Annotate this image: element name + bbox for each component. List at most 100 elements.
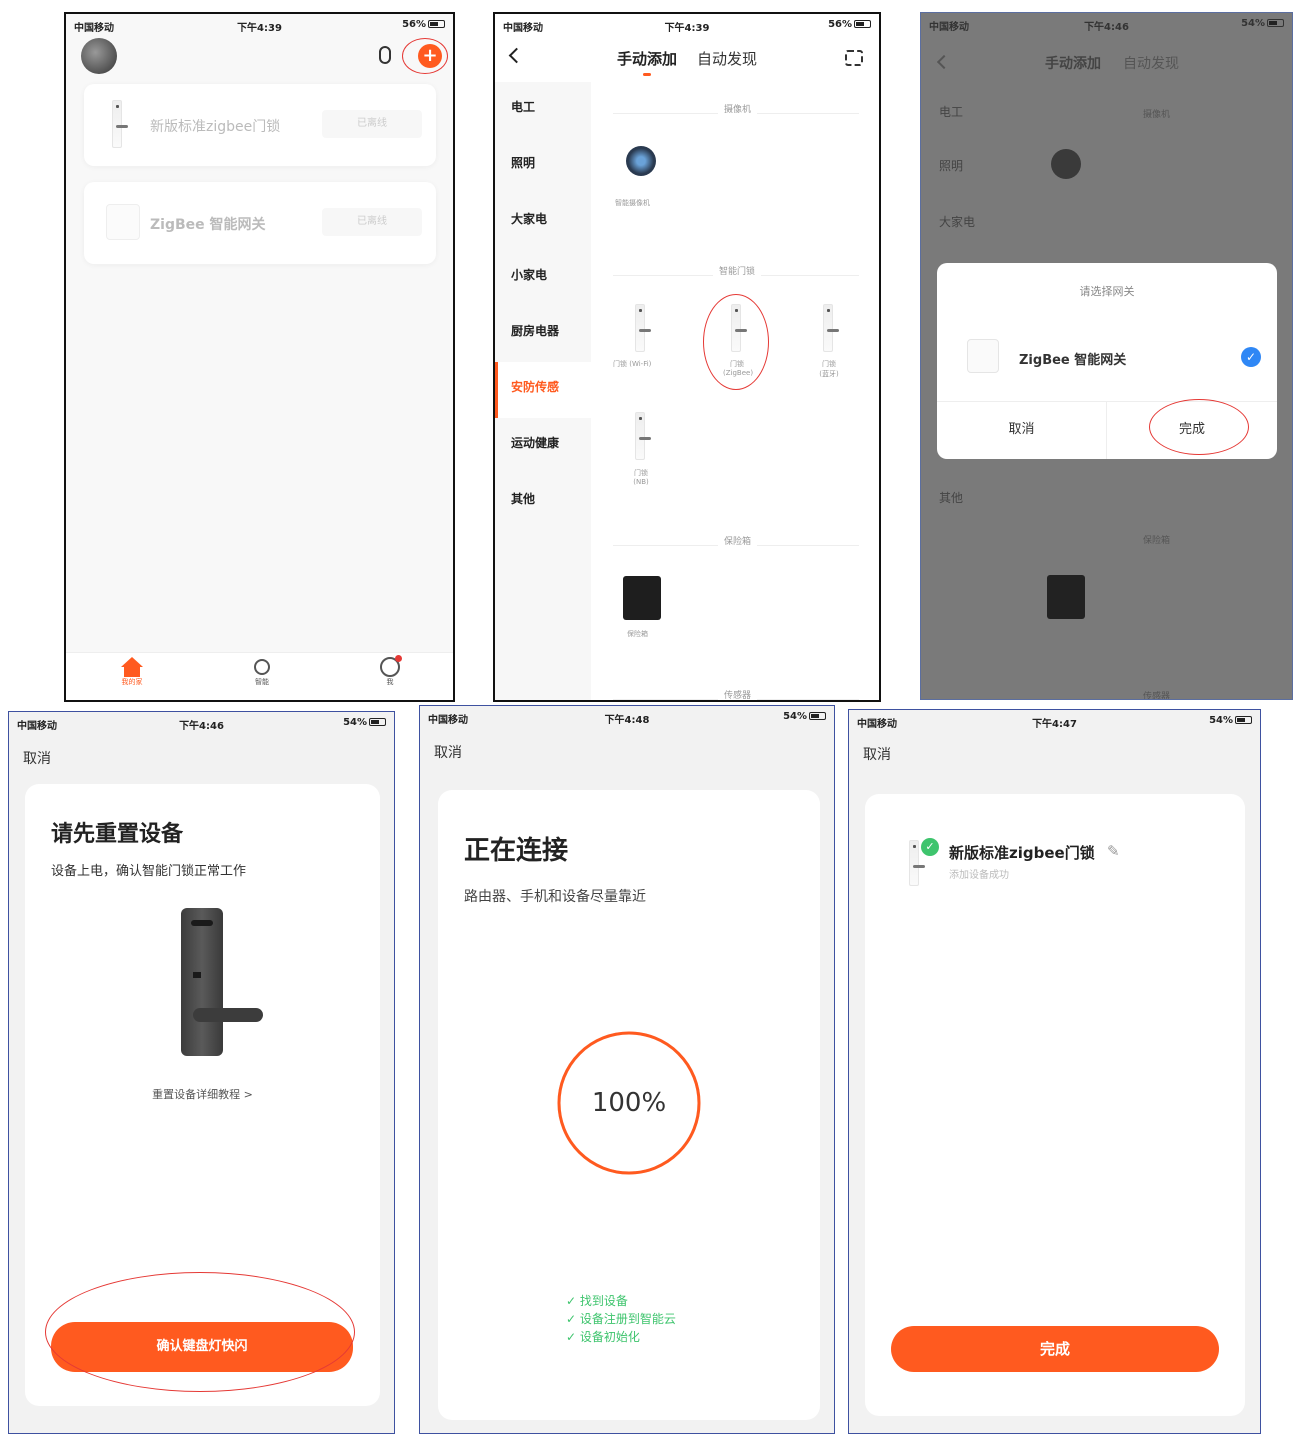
check-icon: ✓ <box>1241 347 1261 367</box>
category-item[interactable]: 运动健康 <box>511 434 559 451</box>
tab-label: 智能 <box>255 678 269 686</box>
edit-pencil-icon[interactable]: ✎ <box>1107 842 1120 860</box>
device-label: 保险箱 <box>627 630 648 638</box>
category-item[interactable]: 厨房电器 <box>511 322 559 339</box>
device-status: 已离线 <box>322 208 422 236</box>
device-card[interactable]: 新版标准zigbee门锁 已离线 <box>84 84 436 166</box>
category-item-active[interactable]: 安防传感 <box>495 362 591 418</box>
tab-auto: 自动发现 <box>1123 56 1179 72</box>
category-item: 大家电 <box>939 215 976 229</box>
door-lock-icon[interactable] <box>635 304 651 352</box>
status-bar: 中国移动 下午4:39 56% <box>66 14 453 36</box>
confirm-button[interactable]: 确认键盘灯快闪 <box>51 1322 353 1372</box>
category-item[interactable]: 小家电 <box>511 266 547 283</box>
reset-card: 请先重置设备 设备上电，确认智能门锁正常工作 重置设备详细教程 > <box>25 784 380 1406</box>
tab-me[interactable]: 我 <box>374 655 406 687</box>
battery-icon <box>1267 19 1284 27</box>
door-lock-icon[interactable] <box>635 412 651 460</box>
device-label: 门锁 (ZigBee) <box>723 360 754 377</box>
manual-add-screen: 中国移动 下午4:39 56% 手动添加 自动发现 电工 照明 大家电 小家电 … <box>493 12 881 702</box>
success-card: ✓ 新版标准zigbee门锁 ✎ 添加设备成功 <box>865 794 1245 1416</box>
section-header-camera: 摄像机 <box>1143 110 1171 120</box>
battery-icon <box>428 20 445 28</box>
done-button[interactable]: 完成 <box>1107 401 1277 459</box>
success-message: 添加设备成功 <box>949 870 1009 881</box>
back-chevron-icon <box>936 54 952 70</box>
tab-manual[interactable]: 手动添加 <box>617 48 677 76</box>
category-item[interactable]: 照明 <box>511 154 535 171</box>
step-item: ✓ 设备注册到智能云 <box>566 1312 676 1326</box>
category-item: 电工 <box>939 105 964 119</box>
category-item: 其他 <box>939 491 964 505</box>
door-lock-icon[interactable] <box>731 304 747 352</box>
device-card[interactable]: ZigBee 智能网关 已离线 <box>84 182 436 264</box>
home-icon <box>121 657 143 667</box>
section-header-sensor: 传感器 <box>1143 692 1171 700</box>
clock: 下午4:39 <box>237 23 282 34</box>
status-bar: 中国移动 下午4:48 54% <box>420 706 834 728</box>
status-bar: 中国移动 下午4:39 56% <box>495 14 879 36</box>
cancel-link[interactable]: 取消 <box>434 742 462 762</box>
cancel-link[interactable]: 取消 <box>23 748 51 768</box>
safe-icon <box>1047 575 1085 619</box>
tab-manual: 手动添加 <box>1045 56 1101 72</box>
section-header-camera: 摄像机 <box>613 100 859 115</box>
camera-icon <box>1051 149 1081 179</box>
device-name: ZigBee 智能网关 <box>150 217 266 233</box>
section-header-safe: 保险箱 <box>613 532 859 547</box>
add-device-button[interactable]: + <box>418 44 442 68</box>
battery: 56% <box>402 19 445 30</box>
device-label: 门锁 (Wi-Fi) <box>613 360 652 368</box>
section-header-safe: 保险箱 <box>1143 536 1171 546</box>
microphone-icon[interactable] <box>379 46 391 64</box>
door-lock-image <box>181 908 223 1056</box>
battery: 54% <box>343 717 386 728</box>
cancel-link[interactable]: 取消 <box>863 744 891 764</box>
device-name: 新版标准zigbee门锁 <box>949 844 1095 862</box>
status-bar: 中国移动 下午4:47 54% <box>849 710 1260 732</box>
category-item[interactable]: 其他 <box>511 490 535 507</box>
gateway-icon <box>106 204 140 240</box>
status-bar: 中国移动 下午4:46 54% <box>9 712 394 734</box>
section-header-sensor: 传感器 <box>613 686 859 700</box>
tab-smart[interactable]: 智能 <box>246 657 278 687</box>
status-bar: 中国移动 下午4:46 54% <box>921 13 1292 35</box>
camera-icon[interactable] <box>626 146 656 176</box>
gateway-option[interactable]: ZigBee 智能网关 ✓ <box>937 333 1277 383</box>
battery-icon <box>809 712 826 720</box>
gateway-icon <box>967 339 999 373</box>
device-label: 智能摄像机 <box>615 199 650 207</box>
category-item[interactable]: 大家电 <box>511 210 547 227</box>
done-button[interactable]: 完成 <box>891 1326 1219 1372</box>
page-subtitle: 路由器、手机和设备尽量靠近 <box>464 889 646 905</box>
battery: 56% <box>828 19 871 30</box>
safe-icon[interactable] <box>623 576 661 620</box>
page-subtitle: 设备上电，确认智能门锁正常工作 <box>51 864 247 879</box>
door-lock-icon <box>909 840 925 886</box>
battery-icon <box>1235 716 1252 724</box>
tab-auto[interactable]: 自动发现 <box>697 48 757 69</box>
device-label: 门锁 (NB) <box>633 469 649 486</box>
tab-home[interactable]: 我的家 <box>116 657 148 687</box>
connecting-card: 正在连接 路由器、手机和设备尽量靠近 100% ✓ 找到设备 ✓ 设备注册到智能… <box>438 790 820 1420</box>
door-handle-image <box>193 1008 263 1022</box>
scan-icon[interactable] <box>845 50 863 66</box>
category-sidebar: 电工 照明 大家电 小家电 厨房电器 安防传感 运动健康 其他 <box>495 82 591 700</box>
step-list: ✓ 找到设备 ✓ 设备注册到智能云 ✓ 设备初始化 <box>566 1292 676 1346</box>
battery-icon <box>854 20 871 28</box>
gateway-dialog: 请选择网关 ZigBee 智能网关 ✓ 取消 完成 <box>937 263 1277 459</box>
tutorial-link[interactable]: 重置设备详细教程 > <box>25 1086 380 1102</box>
clock: 下午4:39 <box>664 23 710 34</box>
cancel-button[interactable]: 取消 <box>937 401 1107 459</box>
device-name: 新版标准zigbee门锁 <box>150 119 281 135</box>
success-check-icon: ✓ <box>921 838 939 856</box>
reset-device-screen: 中国移动 下午4:46 54% 取消 请先重置设备 设备上电，确认智能门锁正常工… <box>8 711 395 1434</box>
back-chevron-icon[interactable] <box>508 47 525 64</box>
tab-bar: 我的家 智能 我 <box>66 652 453 700</box>
avatar[interactable] <box>81 38 117 74</box>
door-lock-icon[interactable] <box>823 304 839 352</box>
user-icon <box>380 655 402 677</box>
battery-icon <box>369 718 386 726</box>
category-item[interactable]: 电工 <box>511 98 535 115</box>
clock: 下午4:47 <box>1032 719 1077 730</box>
